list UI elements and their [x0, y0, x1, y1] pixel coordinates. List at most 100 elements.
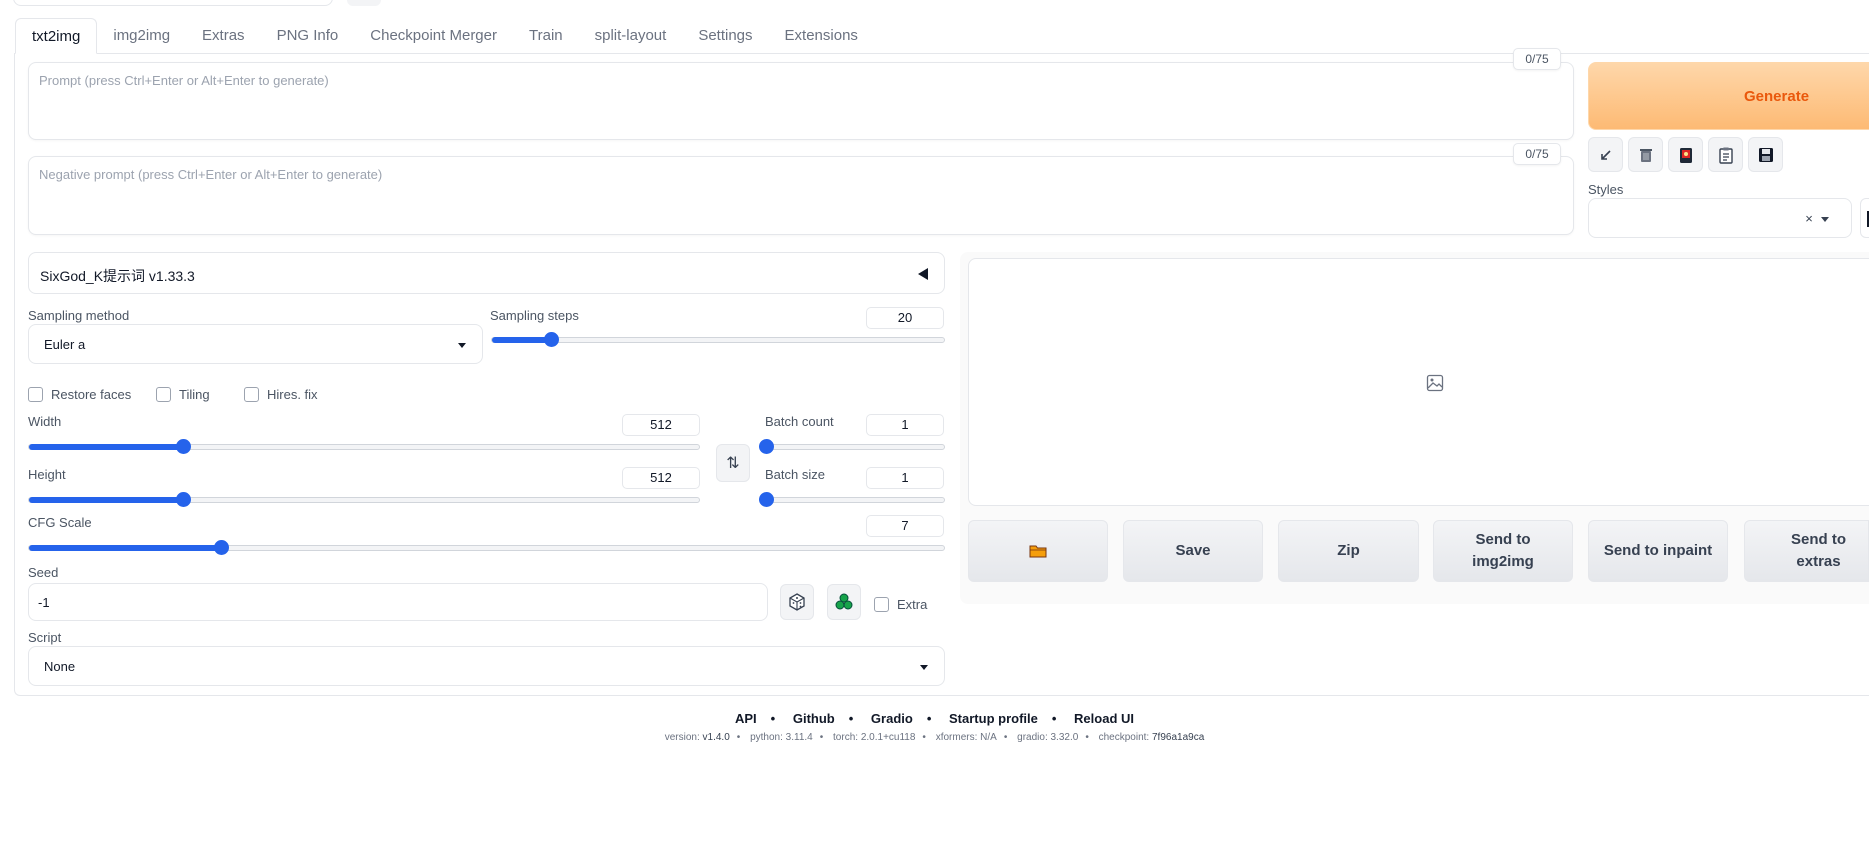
card-icon	[1679, 147, 1692, 163]
width-slider[interactable]	[28, 439, 700, 454]
torch-version: 2.0.1+cu118	[860, 732, 916, 743]
styles-dropdown[interactable]: ×	[1588, 198, 1852, 238]
seed-input[interactable]: -1	[28, 583, 768, 621]
width-input[interactable]: 512	[622, 414, 700, 436]
gradio-version: 3.32.0	[1050, 732, 1079, 743]
slider-thumb[interactable]	[543, 332, 559, 347]
slider-thumb[interactable]	[176, 439, 192, 454]
read-generation-params-button[interactable]	[1588, 137, 1623, 172]
recycle-icon	[835, 593, 853, 610]
footer-link-gradio[interactable]: Gradio	[871, 711, 913, 726]
slider-thumb[interactable]	[759, 492, 774, 507]
prompt-field[interactable]	[28, 62, 1574, 140]
tab-img2img[interactable]: img2img	[97, 18, 186, 54]
cfg-scale-input[interactable]: 7	[866, 515, 944, 537]
sampling-method-label: Sampling method	[28, 308, 130, 323]
version-value: v1.4.0	[702, 732, 730, 743]
collapse-triangle-icon	[918, 268, 928, 280]
tab-extensions[interactable]: Extensions	[769, 18, 874, 54]
send-to-extras-button[interactable]: Send to extras	[1744, 520, 1869, 582]
negative-prompt-token-counter: 0/75	[1513, 143, 1561, 165]
sampling-method-value: Euler a	[44, 337, 86, 352]
send-to-inpaint-button[interactable]: Send to inpaint	[1588, 520, 1728, 582]
prompt-textarea[interactable]	[29, 63, 1573, 139]
seed-value: -1	[38, 595, 50, 610]
seed-extra-checkbox[interactable]: Extra	[874, 597, 927, 612]
dice-icon	[789, 593, 805, 611]
batch-size-slider[interactable]	[759, 492, 945, 507]
seed-label: Seed	[28, 565, 59, 580]
output-gallery	[968, 258, 1869, 506]
accordion-title: SixGod_K提示词 v1.33.3	[40, 268, 195, 284]
tab-split-layout[interactable]: split-layout	[579, 18, 683, 54]
checkpoint-dropdown[interactable]	[13, 0, 333, 6]
styles-extra-button[interactable]	[1860, 198, 1869, 238]
slider-thumb[interactable]	[176, 492, 192, 507]
tab-checkpoint-merger[interactable]: Checkpoint Merger	[354, 18, 513, 54]
sampling-steps-input[interactable]: 20	[866, 307, 944, 329]
footer-versions: version: v1.4.0 • python: 3.11.4 • torch: …	[664, 732, 1205, 743]
clear-prompt-button[interactable]	[1628, 137, 1663, 172]
width-label: Width	[28, 414, 62, 429]
save-button[interactable]: Save	[1123, 520, 1263, 582]
random-seed-button[interactable]	[780, 584, 814, 620]
open-folder-button[interactable]	[968, 520, 1108, 582]
height-slider[interactable]	[28, 492, 700, 507]
tab-extras[interactable]: Extras	[186, 18, 261, 54]
xformers-version: N/A	[980, 732, 997, 743]
zip-button[interactable]: Zip	[1278, 520, 1419, 582]
sampling-steps-slider[interactable]	[491, 332, 945, 347]
script-value: None	[44, 659, 76, 674]
image-placeholder-icon	[1426, 374, 1444, 392]
send-to-img2img-button[interactable]: Send to img2img	[1433, 520, 1573, 582]
prompt-token-counter: 0/75	[1513, 48, 1561, 70]
checkpoint-hash: 7f96a1a9ca	[1151, 732, 1205, 743]
tab-settings[interactable]: Settings	[682, 18, 768, 54]
tab-train[interactable]: Train	[513, 18, 579, 54]
footer-link-startup-profile[interactable]: Startup profile	[949, 711, 1038, 726]
styles-label: Styles	[1588, 182, 1624, 197]
save-icon	[1758, 147, 1773, 162]
batch-count-label: Batch count	[765, 414, 834, 429]
footer-link-api[interactable]: API	[735, 711, 757, 726]
batch-count-slider[interactable]	[759, 439, 945, 454]
chevron-down-icon	[920, 665, 928, 670]
arrow-icon	[1600, 149, 1611, 160]
save-style-button[interactable]	[1748, 137, 1783, 172]
hires-fix-checkbox[interactable]: Hires. fix	[244, 387, 318, 402]
clipboard-icon	[1718, 147, 1733, 164]
tab-txt2img[interactable]: txt2img	[15, 18, 98, 54]
sampling-method-dropdown[interactable]: Euler a	[28, 324, 483, 364]
script-dropdown[interactable]: None	[28, 646, 945, 686]
restore-faces-checkbox[interactable]: Restore faces	[28, 387, 131, 402]
refresh-checkpoint-button[interactable]	[347, 0, 381, 6]
cfg-scale-slider[interactable]	[28, 540, 945, 555]
batch-count-input[interactable]: 1	[866, 414, 944, 436]
footer-link-github[interactable]: Github	[793, 711, 835, 726]
footer-link-reload-ui[interactable]: Reload UI	[1074, 711, 1134, 726]
clear-styles-icon[interactable]: ×	[1801, 211, 1817, 227]
negative-prompt-textarea[interactable]	[29, 157, 1573, 234]
batch-size-label: Batch size	[765, 467, 825, 482]
show-extra-networks-button[interactable]	[1668, 137, 1703, 172]
apply-styles-button[interactable]	[1708, 137, 1743, 172]
trash-icon	[1639, 148, 1652, 162]
reuse-seed-button[interactable]	[827, 584, 861, 620]
tab-png-info[interactable]: PNG Info	[261, 18, 355, 54]
chevron-down-icon	[458, 343, 466, 348]
generate-button[interactable]: Generate	[1588, 62, 1869, 130]
sampling-steps-label: Sampling steps	[490, 308, 579, 323]
batch-size-input[interactable]: 1	[866, 467, 944, 489]
negative-prompt-field[interactable]	[28, 156, 1574, 235]
python-version: 3.11.4	[785, 732, 813, 743]
script-label: Script	[28, 630, 62, 645]
swap-icon: ⇅	[726, 455, 740, 472]
cfg-scale-label: CFG Scale	[28, 515, 92, 530]
slider-thumb[interactable]	[759, 439, 774, 454]
chevron-down-icon	[1821, 217, 1829, 222]
tiling-checkbox[interactable]: Tiling	[156, 387, 210, 402]
height-input[interactable]: 512	[622, 467, 700, 489]
sixgod-extension-accordion[interactable]: SixGod_K提示词 v1.33.3	[28, 252, 945, 294]
swap-dimensions-button[interactable]: ⇅	[716, 444, 750, 482]
footer-links: API • Github • Gradio • Startup profile • Re…	[734, 711, 1135, 726]
